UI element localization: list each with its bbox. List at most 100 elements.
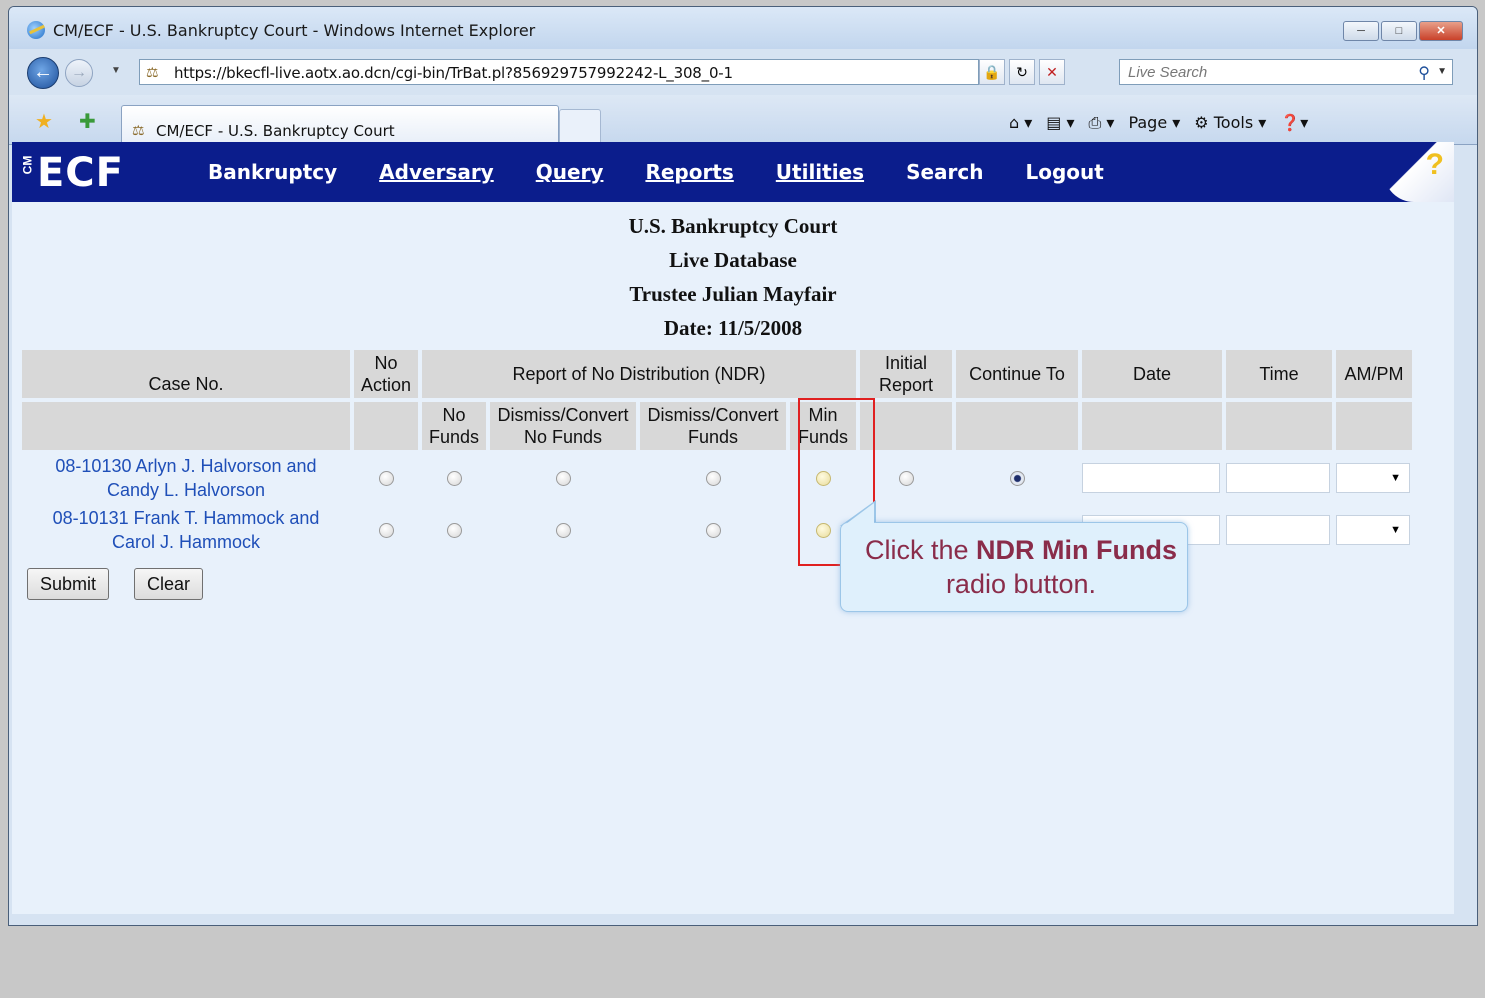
menu-reports[interactable]: Reports [645, 160, 733, 184]
address-url: https://bkecfl-live.aotx.ao.dcn/cgi-bin/… [174, 64, 733, 82]
menu-utilities[interactable]: Utilities [776, 160, 864, 184]
menu-logout[interactable]: Logout [1025, 160, 1103, 184]
header-row-2: No Funds Dismiss/Convert No Funds Dismiss/… [22, 402, 1412, 450]
time-input[interactable] [1226, 515, 1330, 545]
cell-dc-no-funds [490, 506, 636, 554]
trustee-heading: Trustee Julian Mayfair [629, 282, 837, 306]
col-no-action: No Action [354, 350, 418, 398]
col-time: Time [1226, 350, 1332, 398]
tab-row: ★ ✚ ⚖ CM/ECF - U.S. Bankruptcy Court ⌂ ▾… [9, 95, 1477, 145]
menu-adversary[interactable]: Adversary [379, 160, 494, 184]
subcol-blank-date [1082, 402, 1222, 450]
callout-pre: Click the [864, 535, 977, 565]
case-line1: 08-10131 Frank T. Hammock and [52, 508, 320, 528]
new-tab-button[interactable] [559, 109, 601, 143]
scales-favicon-icon: ⚖ [146, 64, 159, 80]
database-heading: Live Database [669, 248, 797, 272]
initial-line2: Report [878, 375, 934, 395]
time-input[interactable] [1226, 463, 1330, 493]
ecf-logo: ECF [22, 150, 124, 196]
home-icon[interactable]: ⌂ ▾ [1009, 113, 1032, 133]
clear-button[interactable]: Clear [134, 568, 204, 600]
callout-text: Click the NDR Min Funds radio button. [861, 533, 1181, 601]
forward-button[interactable]: → [65, 59, 93, 87]
date-input[interactable] [1082, 463, 1220, 493]
cell-ampm: ▼ [1336, 506, 1412, 554]
menu-search[interactable]: Search [906, 160, 983, 184]
initial-report-radio[interactable] [898, 471, 914, 487]
cell-dc-funds [640, 506, 786, 554]
tools-menu[interactable]: ⚙ Tools ▾ [1194, 113, 1266, 133]
no-action-radio[interactable] [378, 523, 394, 539]
header-row-1: Case No. No Action Report of No Distribut… [22, 350, 1412, 398]
lock-icon[interactable]: 🔒 [979, 59, 1005, 85]
ampm-select[interactable]: ▼ [1336, 515, 1410, 545]
history-dropdown-icon[interactable]: ▼ [111, 65, 121, 76]
add-favorites-icon[interactable]: ✚ [79, 109, 96, 134]
refresh-icon[interactable]: ↻ [1009, 59, 1035, 85]
continue-to-radio[interactable] [1009, 471, 1025, 487]
cell-dc-no-funds [490, 454, 636, 502]
no-action-line1: No [374, 353, 398, 373]
page-menu[interactable]: Page ▾ [1128, 113, 1180, 133]
feeds-icon[interactable]: ▤ ▾ [1046, 113, 1074, 133]
ecf-logo-text: ECF [36, 150, 124, 196]
address-row: ← → ▼ ⚖ https://bkecfl-live.aotx.ao.dcn/… [9, 51, 1477, 91]
help-icon[interactable]: ❓▾ [1280, 113, 1308, 133]
cell-no-funds [422, 506, 486, 554]
favorites-star-icon[interactable]: ★ [35, 109, 53, 134]
submit-button[interactable]: Submit [27, 568, 110, 600]
window-controls: ─ □ ✕ [1343, 21, 1463, 41]
tab-title: CM/ECF - U.S. Bankruptcy Court [156, 122, 395, 140]
ampm-select[interactable]: ▼ [1336, 463, 1410, 493]
menu-bankruptcy[interactable]: Bankruptcy [208, 160, 337, 184]
maximize-icon[interactable]: □ [1381, 21, 1417, 41]
case-link[interactable]: 08-10130 Arlyn J. Halvorson and Candy L. … [22, 454, 350, 502]
dc-no-funds-radio[interactable] [555, 523, 571, 539]
page-content: U.S. Bankruptcy Court Live Database Trus… [12, 202, 1454, 914]
dc-funds-radio[interactable] [705, 523, 721, 539]
close-icon[interactable]: ✕ [1419, 21, 1463, 41]
ecf-banner: CM ECF Bankruptcy Adversary Query Report… [12, 142, 1454, 202]
col-initial-report: Initial Report [860, 350, 952, 398]
search-icon[interactable]: ⚲ [1418, 63, 1430, 83]
address-tools: 🔒 ↻ ✕ [979, 59, 1065, 85]
help-button[interactable]: ? [1384, 142, 1454, 202]
minimize-icon[interactable]: ─ [1343, 21, 1379, 41]
tab-cmecf[interactable]: ⚖ CM/ECF - U.S. Bankruptcy Court [121, 105, 559, 145]
live-search-input[interactable]: Live Search ⚲ ▼ [1119, 59, 1453, 85]
dc-no-funds-radio[interactable] [555, 471, 571, 487]
ampm-label: AM/PM [1344, 364, 1404, 384]
case-line2: Candy L. Halvorson [106, 480, 266, 500]
col-case-no: Case No. [22, 350, 350, 398]
address-bar[interactable]: ⚖ https://bkecfl-live.aotx.ao.dcn/cgi-bi… [139, 59, 979, 85]
case-link[interactable]: 08-10131 Frank T. Hammock and Carol J. Ha… [22, 506, 350, 554]
subcol-blank-continue [956, 402, 1078, 450]
stop-icon[interactable]: ✕ [1039, 59, 1065, 85]
case-line2: Carol J. Hammock [111, 532, 261, 552]
search-placeholder: Live Search [1128, 64, 1208, 81]
menu-query[interactable]: Query [536, 160, 604, 184]
subcol-blank-case [22, 402, 350, 450]
subcol-blank-noaction [354, 402, 418, 450]
instruction-callout: Click the NDR Min Funds radio button. [840, 522, 1188, 612]
tools-menu-label: Tools [1213, 113, 1254, 132]
main-menu: Bankruptcy Adversary Query Reports Utili… [208, 160, 1146, 184]
cell-date [1082, 454, 1222, 502]
cell-time [1226, 454, 1332, 502]
page-menu-label: Page [1128, 113, 1168, 132]
date-label: Date [1132, 364, 1172, 384]
col-ampm: AM/PM [1336, 350, 1412, 398]
dc-funds-radio[interactable] [705, 471, 721, 487]
callout-pointer-inner [842, 503, 874, 527]
no-action-radio[interactable] [378, 471, 394, 487]
dc-nofunds-line2: No Funds [523, 427, 603, 447]
cell-continue-to [956, 454, 1078, 502]
no-funds-radio[interactable] [446, 523, 462, 539]
search-dropdown-icon[interactable]: ▼ [1437, 66, 1447, 77]
ndr-label: Report of No Distribution (NDR) [512, 364, 766, 384]
back-button[interactable]: ← [27, 57, 59, 89]
cell-no-action [354, 506, 418, 554]
no-funds-radio[interactable] [446, 471, 462, 487]
print-icon[interactable]: ⎙ ▾ [1089, 113, 1115, 133]
